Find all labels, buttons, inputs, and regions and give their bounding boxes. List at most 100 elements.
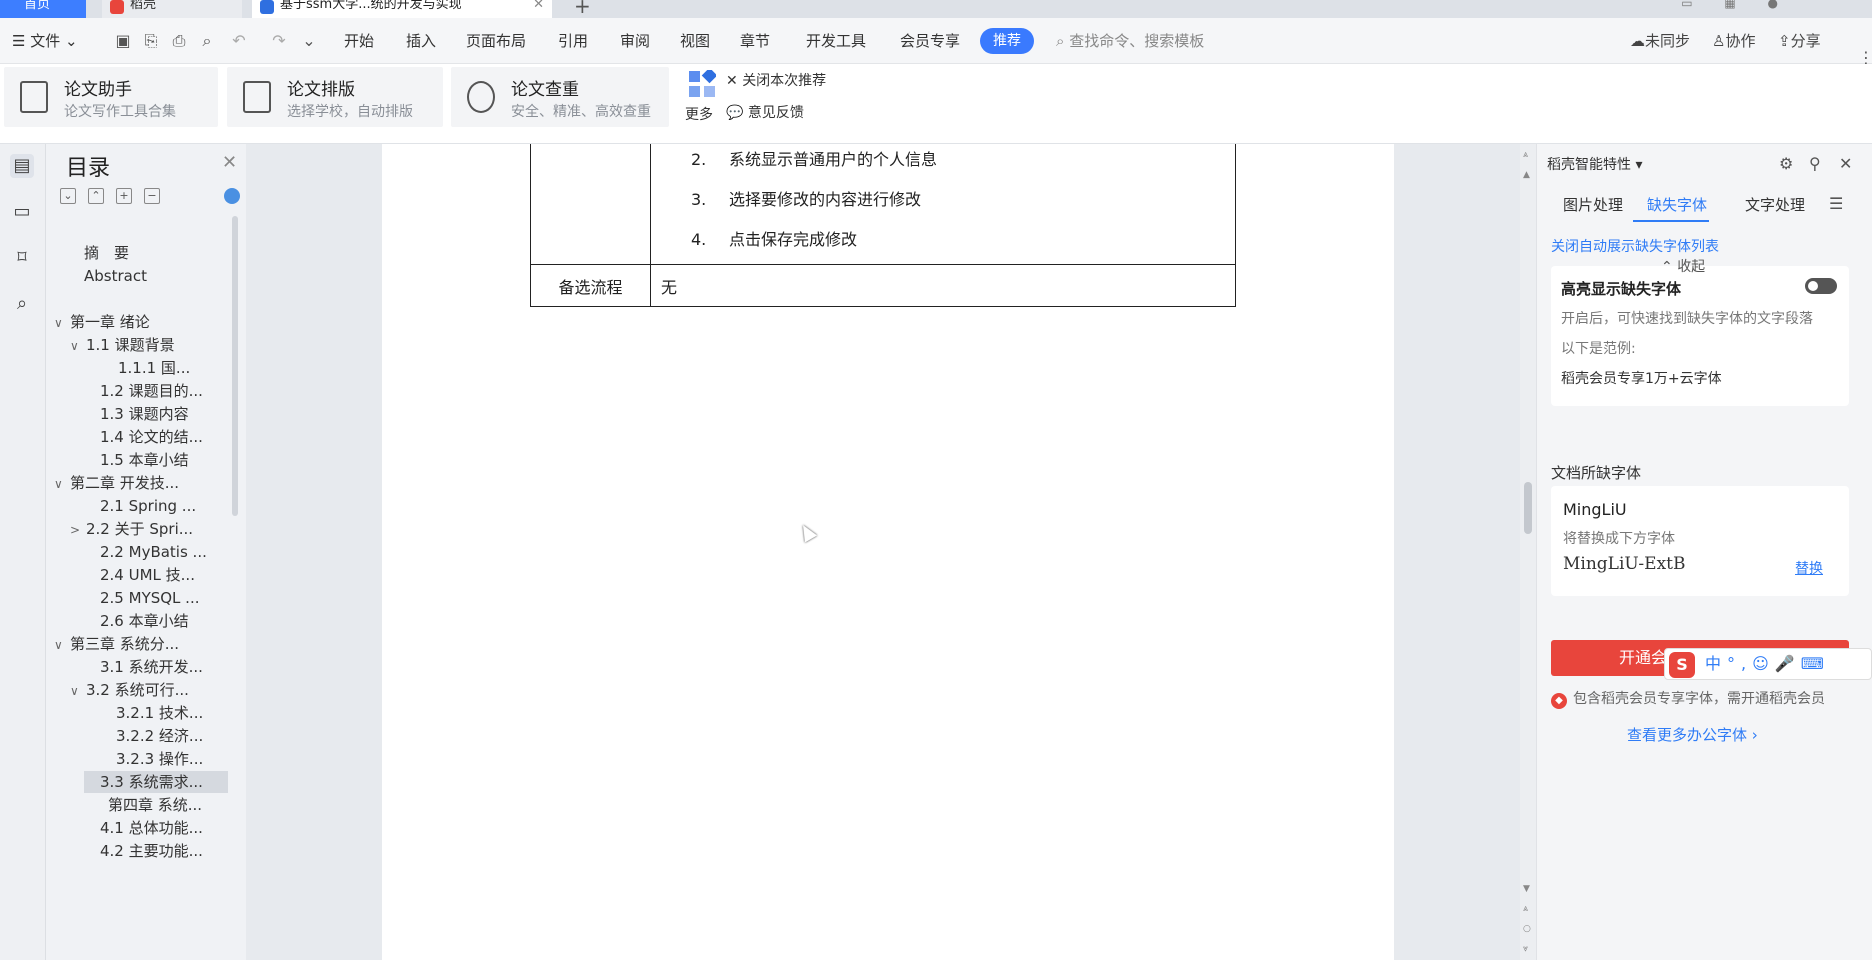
ime-language[interactable]: 中 <box>1705 654 1727 673</box>
menu-references[interactable]: 引用 <box>558 30 588 51</box>
scrollbar-thumb[interactable] <box>1524 482 1532 534</box>
chevron-down-icon[interactable]: ∨ <box>70 680 86 701</box>
add-heading-icon[interactable]: + <box>116 188 132 204</box>
menu-devtools[interactable]: 开发工具 <box>806 30 866 51</box>
tab-image-processing[interactable]: 图片处理 <box>1563 194 1623 215</box>
document-scrollbar[interactable]: ⩓ ▲ ▼ ⩓ ○ ⩔ <box>1520 144 1536 960</box>
close-icon[interactable]: ✕ <box>222 152 237 173</box>
command-search[interactable]: ⌕ 查找命令、搜索模板 <box>1056 30 1204 51</box>
gear-icon[interactable]: ⚙ <box>1779 154 1793 173</box>
toc-item[interactable]: 第四章 系统... <box>92 794 228 816</box>
navigation-icon[interactable]: ▭ <box>10 200 34 224</box>
toc-item[interactable]: 3.3 系统需求... <box>84 771 228 793</box>
thesis-assistant-card[interactable]: 论文助手 论文写作工具合集 <box>4 67 218 127</box>
toc-item[interactable]: ∨ 第一章 绪论 <box>54 311 228 333</box>
prev-page-icon[interactable]: ⩓ <box>1523 904 1528 914</box>
toc-item[interactable]: 3.2.1 技术... <box>100 702 228 724</box>
menu-view[interactable]: 视图 <box>680 30 710 51</box>
feedback-button[interactable]: 💬 意见反馈 <box>726 102 804 122</box>
export-icon[interactable]: ⎘ <box>140 30 162 52</box>
toc-item[interactable]: 3.1 系统开发... <box>84 656 228 678</box>
toc-scrollbar[interactable] <box>232 216 238 516</box>
chevron-down-icon[interactable]: ∨ <box>54 634 70 655</box>
toc-item[interactable]: 4.2 主要功能... <box>84 840 228 862</box>
expand-all-icon[interactable]: ⌄ <box>60 188 76 204</box>
toc-item[interactable]: ∨ 1.1 课题背景 <box>70 334 228 356</box>
more-button[interactable]: 更多 <box>685 104 713 124</box>
close-recommend-button[interactable]: ✕ 关闭本次推荐 <box>726 70 826 90</box>
recommend-tab[interactable]: 推荐 <box>980 28 1034 54</box>
redo-icon[interactable]: ↷ <box>268 30 290 52</box>
toc-item[interactable]: ∨ 第三章 系统分... <box>54 633 228 655</box>
toc-item[interactable]: 1.2 课题目的... <box>84 380 228 402</box>
toc-item[interactable]: >2.2 关于 Spri... <box>70 518 228 540</box>
replace-button[interactable]: 替换 <box>1795 558 1823 578</box>
toc-item[interactable]: 2.2 MyBatis ... <box>84 541 228 563</box>
save-icon[interactable]: ▣ <box>112 30 134 52</box>
more-tools-icon[interactable]: ⌄ <box>298 30 320 52</box>
panel-title[interactable]: 稻壳智能特性 ▾ <box>1547 154 1642 174</box>
toc-panel-icon[interactable]: ▤ <box>10 154 34 178</box>
toc-item[interactable]: 2.1 Spring ... <box>84 495 228 517</box>
print-icon[interactable]: ⎙ <box>168 30 190 52</box>
apps-grid-icon[interactable] <box>688 70 716 98</box>
tab-home[interactable]: 首页 <box>0 0 86 18</box>
ime-toolbar[interactable]: S 中°,☺🎤⌨ <box>1664 648 1872 680</box>
sync-status[interactable]: ☁未同步 <box>1630 30 1690 51</box>
menu-layout[interactable]: 页面布局 <box>466 30 526 51</box>
document-page[interactable]: 2. 系统显示普通用户的个人信息 3. 选择要修改的内容进行修改 4. 点击保存完成修… <box>382 144 1394 960</box>
chevron-down-icon[interactable]: ∨ <box>54 473 70 494</box>
find-icon[interactable]: ⌕ <box>10 292 34 316</box>
chevron-right-icon[interactable]: > <box>70 519 86 540</box>
collapse-all-icon[interactable]: ⌃ <box>88 188 104 204</box>
select-browse-icon[interactable]: ○ <box>1523 924 1531 934</box>
toc-item[interactable]: 摘 要 <box>68 242 228 264</box>
pin-icon[interactable]: ⚲ <box>1809 154 1821 173</box>
toc-item[interactable]: 1.5 本章小结 <box>84 449 228 471</box>
remove-heading-icon[interactable]: − <box>144 188 160 204</box>
collapse-button[interactable]: ⌃ 收起 <box>1661 256 1705 276</box>
new-tab-icon[interactable]: + <box>574 0 591 18</box>
menu-insert[interactable]: 插入 <box>406 30 436 51</box>
undo-icon[interactable]: ↶ <box>228 30 250 52</box>
next-page-icon[interactable]: ⩔ <box>1523 944 1528 954</box>
file-menu[interactable]: ☰ 文件 ⌄ <box>12 30 78 51</box>
toc-item[interactable]: 1.3 课题内容 <box>84 403 228 425</box>
toc-item[interactable]: 1.4 论文的结... <box>84 426 228 448</box>
toc-item[interactable]: 4.1 总体功能... <box>84 817 228 839</box>
tab-text-processing[interactable]: 文字处理 <box>1745 194 1805 215</box>
share-button[interactable]: ⇪分享 <box>1778 30 1821 51</box>
toc-item[interactable]: ∨ 第二章 开发技... <box>54 472 228 494</box>
tab-missing-fonts[interactable]: 缺失字体 <box>1647 194 1707 215</box>
toc-item[interactable]: Abstract <box>68 265 228 287</box>
chevron-down-icon[interactable]: ∨ <box>54 312 70 333</box>
toc-item[interactable]: 2.5 MYSQL ... <box>84 587 228 609</box>
scroll-down-icon[interactable]: ▼ <box>1523 884 1530 894</box>
toc-item[interactable]: 3.2.3 操作... <box>100 748 228 770</box>
menu-start[interactable]: 开始 <box>344 30 374 51</box>
close-tab-icon[interactable]: ✕ <box>533 0 544 18</box>
replacement-font[interactable]: MingLiU-ExtB <box>1563 554 1686 574</box>
collaborate-button[interactable]: ♙协作 <box>1712 30 1755 51</box>
toc-item[interactable]: 2.6 本章小结 <box>84 610 228 632</box>
menu-member[interactable]: 会员专享 <box>900 30 960 51</box>
close-icon[interactable]: ✕ <box>1839 154 1852 173</box>
menu-chapter[interactable]: 章节 <box>740 30 770 51</box>
menu-review[interactable]: 审阅 <box>620 30 650 51</box>
smart-toc-icon[interactable] <box>224 188 240 204</box>
tab-document[interactable]: 基于ssm大学...统的开发与实现 ✕ <box>252 0 552 18</box>
print-preview-icon[interactable]: ⌕ <box>196 30 218 52</box>
toc-item[interactable]: ∨ 3.2 系统可行... <box>70 679 228 701</box>
scroll-up-icon[interactable]: ▲ <box>1523 170 1530 180</box>
scroll-top-icon[interactable]: ⩓ <box>1523 150 1528 160</box>
toc-item[interactable]: 2.4 UML 技... <box>84 564 228 586</box>
highlight-toggle[interactable] <box>1805 278 1837 294</box>
tab-daoke[interactable]: 稻壳 <box>102 0 242 18</box>
more-fonts-link[interactable]: 查看更多办公字体 › <box>1627 724 1758 745</box>
document-canvas[interactable]: 2. 系统显示普通用户的个人信息 3. 选择要修改的内容进行修改 4. 点击保存完成修… <box>246 144 1526 960</box>
close-auto-show-link[interactable]: 关闭自动展示缺失字体列表 <box>1551 236 1719 256</box>
chevron-down-icon[interactable]: ∨ <box>70 335 86 356</box>
thesis-layout-card[interactable]: 论文排版 选择学校，自动排版 <box>227 67 443 127</box>
toc-item[interactable]: 1.1.1 国... <box>102 357 228 379</box>
bookmark-icon[interactable]: ⌑ <box>10 246 34 270</box>
